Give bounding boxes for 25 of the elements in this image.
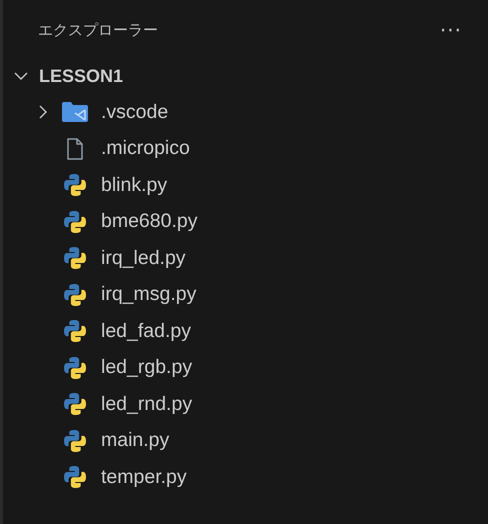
file-name[interactable]: bme680.py — [101, 210, 198, 234]
file-name[interactable]: led_rgb.py — [101, 356, 192, 380]
python-icon — [63, 428, 87, 453]
python-icon — [63, 210, 87, 234]
file-name[interactable]: led_rnd.py — [101, 392, 192, 416]
file-name[interactable]: .micropico — [101, 137, 190, 160]
folder-name[interactable]: LESSON1 — [39, 66, 124, 86]
file-name[interactable]: main.py — [101, 429, 170, 452]
python-icon — [63, 356, 87, 380]
file-name[interactable]: led_fad.py — [101, 320, 191, 343]
file-name[interactable]: temper.py — [101, 466, 187, 489]
python-icon — [63, 319, 87, 344]
file-icon — [65, 138, 85, 160]
file-name[interactable]: irq_led.py — [101, 246, 186, 270]
folder-icon — [62, 102, 88, 122]
python-icon — [63, 282, 87, 307]
file-name[interactable]: irq_msg.py — [101, 283, 196, 306]
python-icon — [63, 246, 87, 270]
python-icon — [63, 465, 87, 490]
file-name[interactable]: .vscode — [101, 100, 168, 124]
panel-title: エクスプローラー — [38, 20, 158, 40]
file-name[interactable]: blink.py — [101, 174, 168, 197]
more-actions-button[interactable]: ··· — [436, 18, 466, 42]
python-icon — [63, 173, 87, 198]
python-icon — [63, 392, 87, 416]
